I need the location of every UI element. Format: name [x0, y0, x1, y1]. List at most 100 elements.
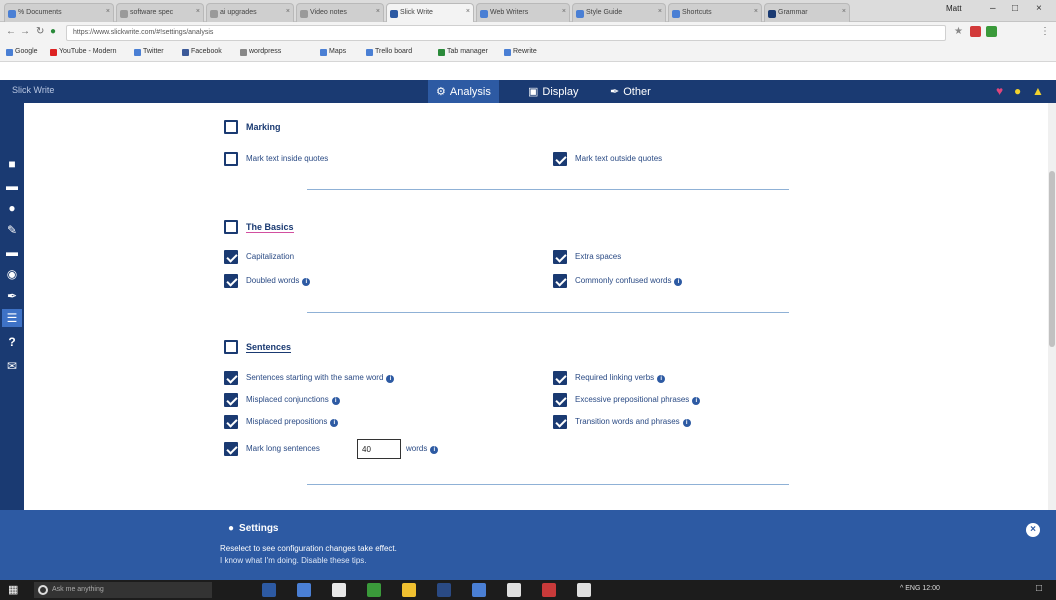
folder-icon[interactable]: ▬ — [2, 177, 22, 195]
option-checkbox[interactable] — [553, 274, 567, 288]
option-checkbox[interactable] — [224, 152, 238, 166]
bookmark-item[interactable]: Twitter — [134, 48, 164, 56]
taskbar-app-icon[interactable] — [577, 583, 591, 597]
browser-tab[interactable]: Style Guide × — [572, 3, 666, 22]
long-sentence-checkbox[interactable] — [224, 442, 238, 456]
taskbar-app-icon[interactable] — [472, 583, 486, 597]
browser-tab[interactable]: ai upgrades × — [206, 3, 294, 22]
tab-close-icon[interactable]: × — [286, 8, 290, 15]
tab-close-icon[interactable]: × — [658, 8, 662, 15]
taskbar-app-icon[interactable] — [402, 583, 416, 597]
section-sentences-header[interactable]: Sentences — [224, 340, 524, 356]
browser-user-name[interactable]: Matt — [946, 4, 962, 13]
minimize-icon[interactable]: – — [990, 3, 996, 14]
content-scrollbar[interactable] — [1048, 103, 1056, 510]
app-brand[interactable]: Slick Write — [12, 85, 54, 95]
browser-tab[interactable]: software spec × — [116, 3, 204, 22]
sliders-icon[interactable]: ☰ — [2, 309, 22, 327]
notifications-icon[interactable]: □ — [1036, 583, 1042, 594]
bug-icon[interactable]: ◉ — [2, 265, 22, 283]
lightbulb-icon[interactable]: ● — [1014, 84, 1021, 98]
info-icon[interactable]: i — [682, 419, 691, 427]
maximize-icon[interactable]: □ — [1012, 3, 1018, 14]
bookmark-item[interactable]: Rewrite — [504, 48, 537, 56]
browser-tab[interactable]: Grammar × — [764, 3, 850, 22]
option-row[interactable]: Transition words and phrases i — [553, 415, 853, 431]
folder-open-icon[interactable]: ▬ — [2, 243, 22, 261]
taskbar-app-icon[interactable] — [437, 583, 451, 597]
tab-close-icon[interactable]: × — [466, 8, 470, 15]
reload-icon[interactable]: ↻ — [36, 26, 44, 37]
bookmark-item[interactable]: Tab manager — [438, 48, 488, 56]
save-icon[interactable]: ■ — [2, 155, 22, 173]
option-checkbox[interactable] — [553, 415, 567, 429]
option-checkbox[interactable] — [553, 371, 567, 385]
taskbar-app-icon[interactable] — [542, 583, 556, 597]
menu-icon[interactable]: ⋮ — [1040, 26, 1050, 37]
option-checkbox[interactable] — [553, 393, 567, 407]
tab-other[interactable]: ✒ Other — [602, 80, 659, 103]
envelope-icon[interactable]: ✉ — [2, 357, 22, 375]
option-row[interactable]: Mark text outside quotes — [553, 152, 853, 168]
bookmark-item[interactable]: Trello board — [366, 48, 412, 56]
help-icon[interactable]: ? — [2, 333, 22, 351]
option-row[interactable]: Doubled words i — [224, 274, 524, 290]
tab-close-icon[interactable]: × — [562, 8, 566, 15]
info-icon[interactable]: i — [657, 375, 666, 383]
warning-icon[interactable]: ▲ — [1032, 84, 1044, 98]
section-marking-checkbox[interactable] — [224, 120, 238, 134]
option-checkbox[interactable] — [224, 393, 238, 407]
taskbar-app-icon[interactable] — [367, 583, 381, 597]
system-tray[interactable]: ^ ENG 12:00 — [900, 585, 940, 592]
cloud-icon[interactable]: ● — [2, 199, 22, 217]
tab-close-icon[interactable]: × — [754, 8, 758, 15]
url-field[interactable]: https://www.slickwrite.com/#!settings/an… — [66, 25, 946, 41]
option-row[interactable]: Capitalization — [224, 250, 524, 266]
browser-tab[interactable]: Video notes × — [296, 3, 384, 22]
browser-tab[interactable]: Web Writers × — [476, 3, 570, 22]
info-icon[interactable]: i — [386, 375, 395, 383]
banner-close-icon[interactable]: × — [1026, 523, 1040, 537]
option-row[interactable]: Mark text inside quotes — [224, 152, 524, 168]
section-sentences-checkbox[interactable] — [224, 340, 238, 354]
extension-icon[interactable] — [986, 26, 997, 37]
tab-display[interactable]: ▣ Display — [520, 80, 586, 103]
option-row[interactable]: Required linking verbs i — [553, 371, 853, 387]
bookmark-item[interactable]: Maps — [320, 48, 346, 56]
section-basics-checkbox[interactable] — [224, 220, 238, 234]
option-row[interactable]: Extra spaces — [553, 250, 853, 266]
browser-tab[interactable]: Shortcuts × — [668, 3, 762, 22]
heart-icon[interactable]: ♥ — [996, 84, 1003, 98]
brush-icon[interactable]: ✒ — [2, 287, 22, 305]
bookmark-item[interactable]: YouTube - Modern — [50, 48, 116, 56]
option-checkbox[interactable] — [224, 371, 238, 385]
option-checkbox[interactable] — [553, 250, 567, 264]
bookmark-item[interactable]: wordpress — [240, 48, 281, 56]
option-row[interactable]: Commonly confused words i — [553, 274, 853, 290]
info-icon[interactable]: i — [674, 278, 683, 286]
tab-close-icon[interactable]: × — [376, 8, 380, 15]
option-row[interactable]: Misplaced prepositions i — [224, 415, 524, 431]
close-window-icon[interactable]: × — [1036, 3, 1042, 14]
option-checkbox[interactable] — [553, 152, 567, 166]
back-icon[interactable]: ← — [6, 26, 16, 37]
info-icon[interactable]: i — [331, 397, 340, 405]
taskbar-app-icon[interactable] — [262, 583, 276, 597]
section-basics-header[interactable]: The Basics — [224, 220, 524, 236]
taskbar-app-icon[interactable] — [507, 583, 521, 597]
option-row[interactable]: Excessive prepositional phrases i — [553, 393, 853, 409]
windows-start-icon[interactable]: ▦ — [8, 584, 20, 596]
option-row[interactable]: Misplaced conjunctions i — [224, 393, 524, 409]
scrollbar-thumb[interactable] — [1049, 171, 1055, 347]
browser-tab[interactable]: Slick Write × — [386, 3, 474, 22]
option-row[interactable]: Sentences starting with the same word i — [224, 371, 544, 387]
tab-close-icon[interactable]: × — [196, 8, 200, 15]
browser-tab[interactable]: % Documents × — [4, 3, 114, 22]
banner-disable-link[interactable]: I know what I'm doing. Disable these tip… — [220, 556, 367, 565]
option-checkbox[interactable] — [224, 274, 238, 288]
forward-icon[interactable]: → — [20, 26, 30, 37]
option-checkbox[interactable] — [224, 415, 238, 429]
taskbar-app-icon[interactable] — [332, 583, 346, 597]
taskbar-app-icon[interactable] — [297, 583, 311, 597]
long-sentence-row[interactable]: Mark long sentences wordsi — [224, 439, 544, 459]
